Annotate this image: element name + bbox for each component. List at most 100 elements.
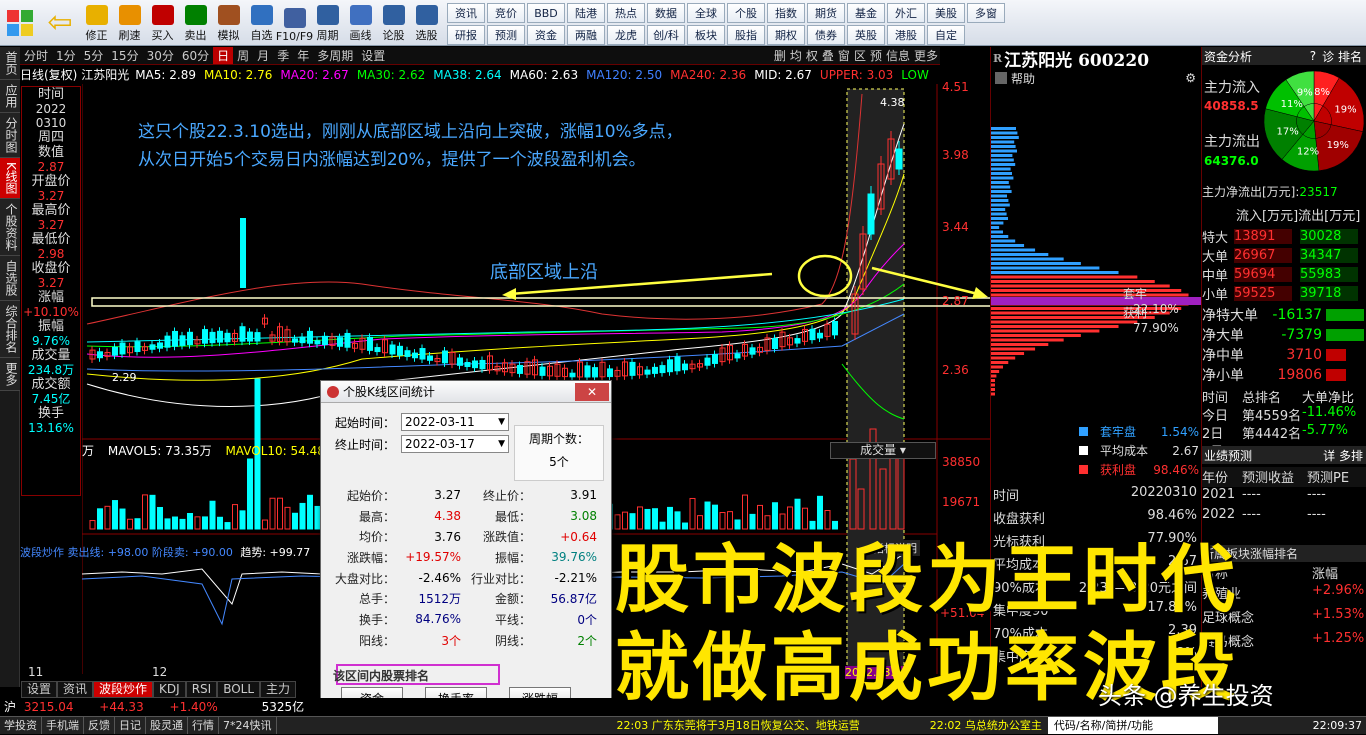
grid-button-7[interactable]: 两融 (567, 25, 605, 45)
gear-icon[interactable]: ⚙ (1185, 71, 1196, 85)
status-link-6[interactable]: 7*24快讯 (219, 717, 277, 734)
news-ticker-1[interactable]: 22:03 广东东莞将于3月18日恢复公交、地铁运营 (617, 717, 860, 734)
left-tab-2[interactable]: 分时图 (0, 113, 20, 158)
status-link-1[interactable]: 手机端 (42, 717, 84, 734)
news-ticker-2[interactable]: 22:02 乌总统办公室主 (930, 717, 1042, 734)
status-link-5[interactable]: 行情 (188, 717, 219, 734)
chart-tool-5[interactable]: 区 (852, 47, 868, 64)
flow-label: 大单 (1202, 250, 1229, 265)
period-2[interactable]: 5分 (80, 47, 108, 64)
grid-button-8[interactable]: 热点 (607, 3, 645, 23)
bottom-tab-6[interactable]: 主力 (260, 681, 297, 698)
period-11[interactable]: 多周期 (313, 47, 357, 64)
chart-tool-2[interactable]: 权 (804, 47, 820, 64)
left-tab-4[interactable]: 个股资料 (0, 198, 20, 256)
grid-button-9[interactable]: 龙虎 (607, 25, 645, 45)
grid-button-17[interactable]: 期权 (767, 25, 805, 45)
grid-button-20[interactable]: 基金 (847, 3, 885, 23)
grid-button-10[interactable]: 数据 (647, 3, 685, 23)
toolbar-button-2[interactable]: 买入 (146, 0, 179, 45)
toolbar-button-3[interactable]: 卖出 (179, 0, 212, 45)
grid-button-15[interactable]: 股指 (727, 25, 765, 45)
period-8[interactable]: 月 (253, 47, 273, 64)
status-link-3[interactable]: 日记 (115, 717, 146, 734)
toolbar-button-7[interactable]: 周期 (311, 0, 344, 45)
dialog-titlebar[interactable]: 个股K线区间统计 ✕ (321, 381, 611, 403)
fund-sort[interactable]: 诊 排名 (1322, 48, 1362, 65)
toolbar-button-8[interactable]: 画线 (344, 0, 377, 45)
start-date-select[interactable]: 2022-03-11 ▼ (401, 413, 510, 431)
grid-button-16[interactable]: 指数 (767, 3, 805, 23)
bottom-tab-3[interactable]: KDJ (153, 681, 186, 698)
grid-button-18[interactable]: 期货 (807, 3, 845, 23)
toolbar-button-10[interactable]: 选股 (410, 0, 443, 45)
volume-selector[interactable]: 成交量 ▾ (830, 442, 936, 459)
grid-button-24[interactable]: 美股 (927, 3, 965, 23)
status-link-4[interactable]: 股灵通 (146, 717, 188, 734)
period-12[interactable]: 设置 (357, 47, 389, 64)
fund-help-icon[interactable]: ? (1310, 49, 1316, 63)
grid-button-14[interactable]: 个股 (727, 3, 765, 23)
grid-button-21[interactable]: 英股 (847, 25, 885, 45)
bottom-tab-4[interactable]: RSI (185, 681, 218, 698)
left-tab-1[interactable]: 应用 (0, 80, 20, 113)
chart-tool-3[interactable]: 叠 (820, 47, 836, 64)
period-6[interactable]: 日 (213, 47, 234, 64)
chart-tool-8[interactable]: 更多 (912, 47, 940, 64)
period-3[interactable]: 15分 (107, 47, 142, 64)
chart-tool-1[interactable]: 均 (788, 47, 804, 64)
grid-button-26[interactable]: 多窗 (967, 3, 1005, 23)
period-4[interactable]: 30分 (143, 47, 178, 64)
close-button[interactable]: ✕ (575, 382, 609, 401)
logo-icon[interactable] (0, 0, 40, 45)
back-button[interactable]: ⇦ (40, 0, 80, 45)
left-tab-0[interactable]: 首页 (0, 47, 20, 80)
chip-bar (991, 145, 1016, 148)
grid-button-2[interactable]: 竞价 (487, 3, 525, 23)
chart-tool-7[interactable]: 信息 (884, 47, 912, 64)
period-9[interactable]: 季 (273, 47, 293, 64)
grid-button-5[interactable]: 资金 (527, 25, 565, 45)
left-tab-6[interactable]: 综合排名 (0, 300, 20, 358)
bottom-tab-0[interactable]: 设置 (21, 681, 58, 698)
grid-button-4[interactable]: BBD (527, 3, 565, 23)
period-0[interactable]: 分时 (20, 47, 52, 64)
grid-button-6[interactable]: 陆港 (567, 3, 605, 23)
grid-button-19[interactable]: 债券 (807, 25, 845, 45)
toolbar-button-1[interactable]: 刷速 (113, 0, 146, 45)
grid-button-13[interactable]: 板块 (687, 25, 725, 45)
code-search-input[interactable]: 代码/名称/简拼/功能 (1047, 717, 1218, 734)
status-link-2[interactable]: 反馈 (84, 717, 115, 734)
status-link-0[interactable]: 学投资 (0, 717, 42, 734)
grid-button-12[interactable]: 全球 (687, 3, 725, 23)
left-tab-5[interactable]: 自选股 (0, 255, 20, 301)
toolbar-button-6[interactable]: F10/F9 (276, 0, 313, 45)
bottom-tab-5[interactable]: BOLL (217, 681, 261, 698)
bottom-tab-1[interactable]: 资讯 (57, 681, 94, 698)
toolbar-button-4[interactable]: 模拟 (212, 0, 245, 45)
period-1[interactable]: 1分 (52, 47, 80, 64)
toolbar-button-9[interactable]: 论股 (377, 0, 410, 45)
left-tab-3[interactable]: K线图 (0, 158, 20, 199)
grid-button-1[interactable]: 研报 (447, 25, 485, 45)
range-stat-dialog[interactable]: 个股K线区间统计 ✕ 起始时间： 2022-03-11 ▼ 终止时间： 2022-… (320, 380, 612, 720)
chart-tool-0[interactable]: 删 (772, 47, 788, 64)
grid-button-22[interactable]: 外汇 (887, 3, 925, 23)
grid-button-23[interactable]: 港股 (887, 25, 925, 45)
chart-tool-4[interactable]: 窗 (836, 47, 852, 64)
grid-button-0[interactable]: 资讯 (447, 3, 485, 23)
toolbar-button-0[interactable]: 修正 (80, 0, 113, 45)
grid-button-11[interactable]: 创/科 (647, 25, 685, 45)
bottom-tab-2[interactable]: 波段炒作 (93, 681, 154, 698)
period-10[interactable]: 年 (293, 47, 313, 64)
end-date-select[interactable]: 2022-03-17 ▼ (401, 435, 510, 453)
period-7[interactable]: 周 (233, 47, 253, 64)
toolbar-button-5[interactable]: 自选 (245, 0, 278, 45)
info-label-2: 周四 (37, 130, 64, 145)
left-tab-7[interactable]: 更多 (0, 357, 20, 391)
grid-button-3[interactable]: 预测 (487, 25, 525, 45)
help-label[interactable]: 帮助 (1011, 70, 1035, 87)
grid-button-25[interactable]: 自定 (927, 25, 965, 45)
period-5[interactable]: 60分 (178, 47, 213, 64)
chart-tool-6[interactable]: 预 (868, 47, 884, 64)
